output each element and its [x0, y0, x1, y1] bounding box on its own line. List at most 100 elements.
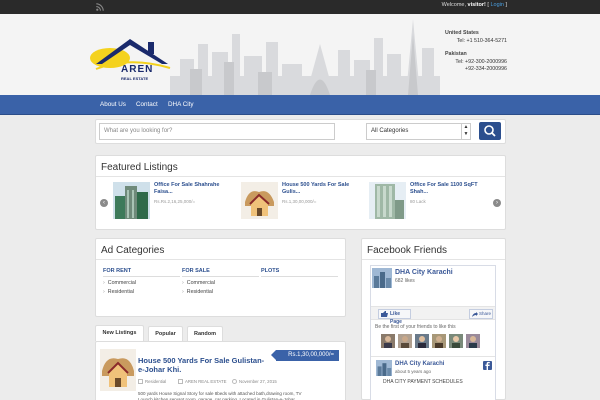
listing-card: House 500 Yards For Sale Gulistan-e-Joha…: [95, 341, 346, 400]
friends-like-text: Be the first of your friends to like thi…: [375, 324, 456, 330]
carousel-next-icon[interactable]: ›: [493, 199, 501, 207]
login-link[interactable]: Login: [490, 2, 503, 8]
category-item[interactable]: Residential: [103, 289, 180, 295]
listing-author-label[interactable]: AREN REAL ESTATE: [185, 379, 226, 384]
featured-listings-panel: Featured Listings ‹ › Office For Sale Sh…: [95, 155, 506, 230]
tab-new-listings[interactable]: New Listings: [95, 325, 144, 341]
divider: [362, 259, 505, 260]
thumbs-up-icon: [381, 311, 388, 317]
share-icon: [472, 312, 478, 317]
friend-avatar[interactable]: [432, 334, 446, 348]
folder-icon: [138, 379, 143, 384]
office-building-thumbnail: [113, 182, 150, 219]
listing-title[interactable]: House 500 Yards For Sale Gulistan-e-Joha…: [138, 356, 268, 374]
rss-icon[interactable]: [96, 3, 104, 11]
listing-date: November 27, 2015: [232, 379, 277, 384]
category-select-value: All Categories: [371, 128, 409, 134]
logo-name: AREN: [121, 64, 154, 75]
logo-tagline: REAL ESTATE: [121, 76, 149, 81]
featured-item-price: Rs.Rs.2,16,25,000/=: [154, 199, 196, 204]
category-select[interactable]: All Categories ▲ ▼: [366, 123, 471, 140]
office-tower-thumbnail: [369, 182, 406, 219]
house-keys-thumbnail: [241, 182, 278, 219]
ad-categories-panel: Ad Categories FOR RENT Commercial Reside…: [95, 238, 346, 317]
select-arrows-icon: ▲ ▼: [461, 124, 470, 139]
featured-title: Featured Listings: [101, 162, 178, 173]
featured-item-title[interactable]: Office For Sale 1100 SqFT Shah...: [410, 182, 490, 196]
featured-item-price: Rs.1,30,00,000/=: [282, 199, 317, 204]
featured-item[interactable]: Office For Sale 1100 SqFT Shah... 80 Lac…: [369, 182, 494, 222]
category-heading-for-sale[interactable]: FOR SALE: [182, 268, 259, 277]
top-bar: Welcome, visitor! [ Login ]: [0, 0, 600, 14]
category-item[interactable]: Commercial: [103, 280, 180, 286]
facebook-icon[interactable]: [483, 361, 492, 370]
user-icon: [178, 379, 183, 384]
clock-icon: [232, 379, 237, 384]
featured-item[interactable]: House 500 Yards For Sale Gulis... Rs.1,3…: [241, 182, 366, 222]
divider: [371, 356, 495, 357]
like-page-label: Like Page: [390, 311, 402, 325]
listing-description: 500 yards House Signal Story for sale 8b…: [138, 391, 302, 400]
featured-item-title[interactable]: Office For Sale Shahrahe Faisa...: [154, 182, 234, 196]
house-keys-thumbnail[interactable]: [100, 349, 136, 391]
facebook-likes-count: 682 likes: [395, 278, 415, 284]
category-heading-plots[interactable]: PLOTS: [261, 268, 338, 277]
friend-avatar[interactable]: [398, 334, 412, 348]
contact-phone: Tel: +92-300-2000996: [455, 58, 507, 65]
welcome-message: Welcome, visitor! [ Login ]: [442, 2, 507, 8]
search-icon: [484, 125, 496, 137]
like-page-button[interactable]: Like Page: [378, 309, 411, 325]
welcome-text: Welcome,: [441, 2, 468, 8]
visitor-name: visitor!: [467, 2, 486, 8]
search-button[interactable]: [479, 122, 501, 140]
category-item[interactable]: Commercial: [182, 280, 259, 286]
facebook-action-bar: Like Page Share: [371, 306, 495, 325]
facebook-page-widget: DHA City Karachi 682 likes Like Page Sha…: [370, 265, 496, 400]
post-time: about 5 years ago: [395, 369, 432, 374]
nav-about-us[interactable]: About Us: [100, 101, 126, 108]
post-page-name[interactable]: DHA City Karachi: [395, 361, 444, 367]
facebook-friends-panel: Facebook Friends DHA City Karachi 682 li…: [361, 238, 506, 400]
facebook-title: Facebook Friends: [367, 245, 448, 256]
tab-popular[interactable]: Popular: [148, 326, 183, 341]
divider: [96, 176, 505, 177]
contact-phone: +92-334-2000996: [465, 66, 507, 73]
friend-avatar[interactable]: [449, 334, 463, 348]
featured-item[interactable]: Office For Sale Shahrahe Faisa... Rs.Rs.…: [113, 182, 238, 222]
listing-category-label[interactable]: Residential: [145, 379, 166, 384]
ad-categories-title: Ad Categories: [101, 245, 165, 256]
facebook-page-name[interactable]: DHA City Karachi: [395, 269, 453, 276]
page-avatar[interactable]: [372, 268, 392, 288]
featured-item-price: 80 Lack: [410, 199, 426, 204]
contact-info: United States Tel: +1 510-364-5271 Pakis…: [445, 30, 507, 74]
friend-avatar[interactable]: [415, 334, 429, 348]
featured-item-title[interactable]: House 500 Yards For Sale Gulis...: [282, 182, 362, 196]
city-skyline-icon: [170, 19, 440, 95]
category-column: PLOTS: [261, 268, 338, 277]
post-text: DHA CITY PAYMENT SCHEDULES: [383, 379, 463, 385]
share-button[interactable]: Share: [469, 309, 493, 319]
nav-contact[interactable]: Contact: [136, 101, 158, 108]
friend-avatars: [381, 334, 495, 350]
search-bar: What are you looking for? All Categories…: [95, 119, 506, 144]
category-column: FOR SALE Commercial Residential: [182, 268, 259, 295]
bracket-close: ]: [503, 2, 507, 8]
category-column: FOR RENT Commercial Residential: [103, 268, 180, 295]
category-heading-for-rent[interactable]: FOR RENT: [103, 268, 180, 277]
contact-phone: Tel: +1 510-364-5271: [456, 37, 507, 44]
search-input[interactable]: What are you looking for?: [99, 123, 335, 140]
category-item[interactable]: Residential: [182, 289, 259, 295]
site-header: AREN REAL ESTATE United States Tel: +1 5…: [0, 14, 600, 95]
tab-random[interactable]: Random: [187, 326, 223, 341]
friend-avatar[interactable]: [466, 334, 480, 348]
nav-dha-city[interactable]: DHA City: [168, 101, 194, 108]
listing-price-badge: Rs.1,30,00,000/=: [271, 350, 339, 361]
friend-avatar[interactable]: [381, 334, 395, 348]
divider: [96, 259, 345, 260]
carousel-prev-icon[interactable]: ‹: [100, 199, 108, 207]
listing-category: Residential: [138, 379, 166, 384]
contact-country: Pakistan: [445, 51, 467, 58]
listing-author: AREN REAL ESTATE: [178, 379, 226, 384]
share-label: Share: [479, 311, 492, 316]
post-avatar[interactable]: [376, 360, 392, 376]
